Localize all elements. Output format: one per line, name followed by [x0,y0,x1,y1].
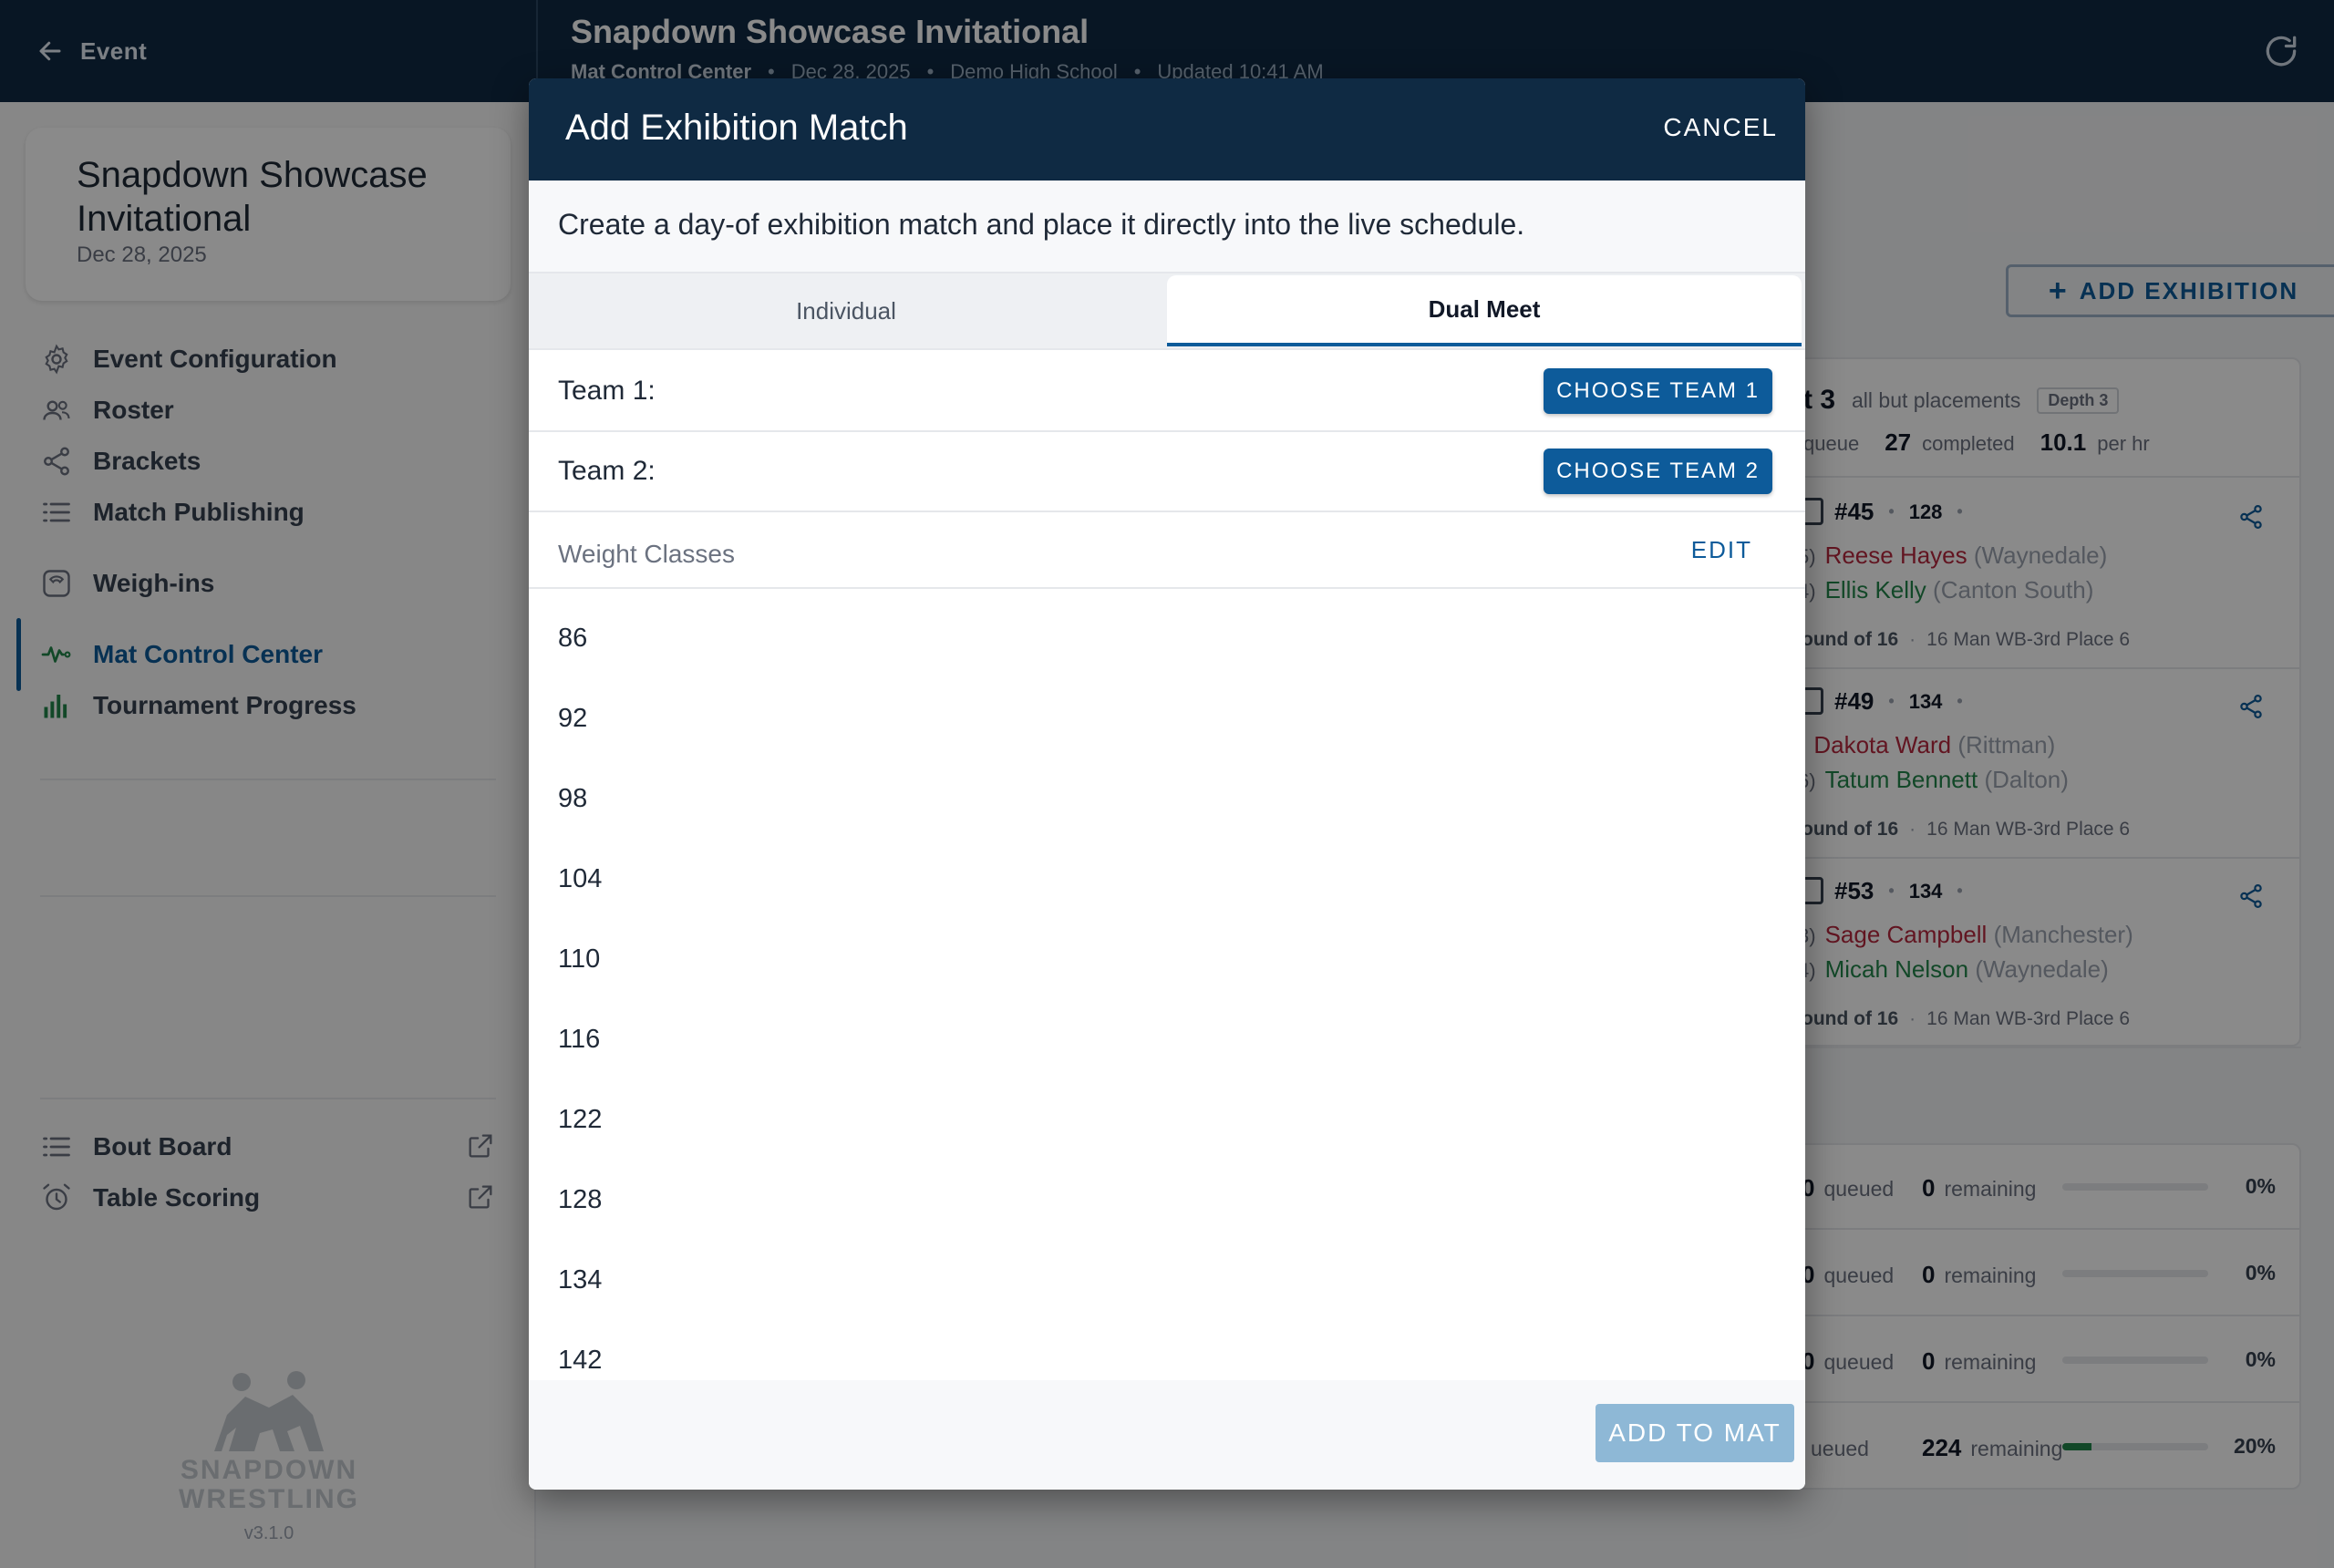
weight-class-list: 86 92 98 104 110 116 122 128 134 142 [529,591,1805,1391]
weight-classes-label: Weight Classes [558,540,736,568]
weight-class-item[interactable]: 104 [558,864,602,894]
weight-class-item[interactable]: 110 [558,944,600,975]
team1-label: Team 1: [558,376,656,406]
weight-class-item[interactable]: 128 [558,1185,602,1215]
dialog-title: Add Exhibition Match [565,108,908,148]
weight-class-item[interactable]: 86 [558,624,587,654]
choose-team1-button[interactable]: CHOOSE TEAM 1 [1544,368,1772,414]
cancel-button[interactable]: CANCEL [1663,113,1778,142]
tab-dual-meet[interactable]: Dual Meet [1167,275,1802,346]
add-exhibition-dialog: Add Exhibition Match CANCEL Create a day… [529,78,1805,1490]
weight-class-item[interactable]: 122 [558,1105,602,1135]
dialog-footer: ADD TO MAT [529,1380,1805,1490]
weight-class-item[interactable]: 142 [558,1346,602,1376]
weight-class-item[interactable]: 92 [558,704,587,734]
weight-classes-header: Weight Classes EDIT [529,512,1805,589]
weight-class-item[interactable]: 116 [558,1025,600,1055]
choose-team2-button[interactable]: CHOOSE TEAM 2 [1544,449,1772,494]
edit-weight-classes-button[interactable]: EDIT [1691,536,1752,564]
team2-label: Team 2: [558,456,656,486]
team2-row: Team 2: CHOOSE TEAM 2 [529,432,1805,512]
weight-class-item[interactable]: 134 [558,1265,602,1295]
dialog-description: Create a day-of exhibition match and pla… [558,208,1525,241]
dialog-header: Add Exhibition Match CANCEL [529,78,1805,181]
weight-class-item[interactable]: 98 [558,784,587,814]
team1-row: Team 1: CHOOSE TEAM 1 [529,352,1805,432]
add-to-mat-button[interactable]: ADD TO MAT [1596,1404,1794,1462]
tab-individual[interactable]: Individual [529,275,1163,346]
match-type-tabs: Individual Dual Meet [529,272,1805,350]
